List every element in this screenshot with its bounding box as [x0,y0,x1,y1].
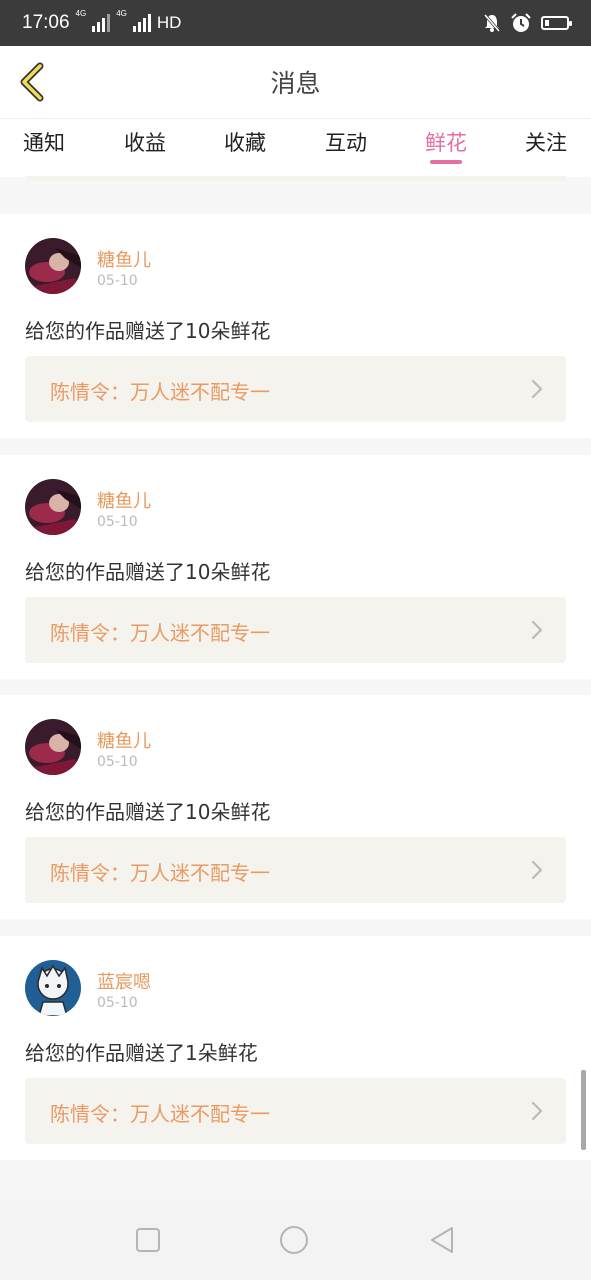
username[interactable]: 糖鱼儿 [97,727,151,753]
message-card: 糖鱼儿 05-10 给您的作品赠送了10朵鲜花 陈情令：万人迷不配专一 [0,455,591,679]
message-card: 蓝宸嗯 05-10 给您的作品赠送了1朵鲜花 陈情令：万人迷不配专一 [0,936,591,1160]
message-date: 05-10 [97,995,138,1011]
username[interactable]: 糖鱼儿 [97,246,151,272]
tab-flowers[interactable]: 鲜花 [416,127,476,157]
back-arrow-icon[interactable] [16,62,48,102]
battery-icon [541,16,572,30]
status-bar: 17:06 4G 4G HD [0,0,591,46]
tab-earnings[interactable]: 收益 [115,127,175,157]
work-title: 陈情令：万人迷不配专一 [50,621,270,645]
active-tab-indicator [430,160,462,164]
message-text: 给您的作品赠送了10朵鲜花 [25,800,271,824]
hd-label: HD [156,13,182,32]
tab-notifications[interactable]: 通知 [14,127,74,157]
signal-icon-2 [132,14,151,32]
message-card: 糖鱼儿 05-10 给您的作品赠送了10朵鲜花 陈情令：万人迷不配专一 [0,695,591,919]
message-text: 给您的作品赠送了10朵鲜花 [25,319,271,343]
tab-following[interactable]: 关注 [516,127,576,157]
message-text: 给您的作品赠送了10朵鲜花 [25,560,271,584]
system-nav-bar [0,1200,591,1280]
avatar[interactable] [25,960,81,1016]
signal-icon [92,14,111,32]
home-icon[interactable] [279,1225,309,1255]
avatar[interactable] [25,479,81,535]
mute-bell-icon [483,14,501,32]
tab-bar: 通知 收益 收藏 互动 鲜花 关注 [0,118,591,177]
message-date: 05-10 [97,273,138,289]
top-bar: 消息 [0,46,591,118]
recent-apps-icon[interactable] [133,1225,163,1255]
scrollbar[interactable] [581,1070,586,1150]
work-link[interactable]: 陈情令：万人迷不配专一 [25,837,566,903]
avatar[interactable] [25,719,81,775]
work-link[interactable]: 陈情令：万人迷不配专一 [25,1078,566,1144]
message-card: 糖鱼儿 05-10 给您的作品赠送了10朵鲜花 陈情令：万人迷不配专一 [0,214,591,438]
tab-favorites[interactable]: 收藏 [215,127,275,157]
back-triangle-icon[interactable] [428,1225,458,1255]
chevron-right-icon [531,1101,543,1121]
work-link[interactable]: 陈情令：万人迷不配专一 [25,356,566,422]
work-title: 陈情令：万人迷不配专一 [50,1102,270,1126]
status-time: 17:06 [22,12,70,33]
network-label-1: 4G [75,9,87,18]
chevron-right-icon [531,379,543,399]
chevron-right-icon [531,860,543,880]
chevron-right-icon [531,620,543,640]
tab-interactions[interactable]: 互动 [316,127,376,157]
username[interactable]: 糖鱼儿 [97,487,151,513]
avatar[interactable] [25,238,81,294]
work-link[interactable]: 陈情令：万人迷不配专一 [25,597,566,663]
work-title: 陈情令：万人迷不配专一 [50,380,270,404]
message-date: 05-10 [97,754,138,770]
previous-work-card-edge [25,176,566,181]
page-title: 消息 [270,69,321,98]
network-label-2: 4G [116,9,127,18]
work-title: 陈情令：万人迷不配专一 [50,861,270,885]
username[interactable]: 蓝宸嗯 [97,968,151,994]
alarm-icon [511,13,531,32]
message-text: 给您的作品赠送了1朵鲜花 [25,1041,258,1065]
message-date: 05-10 [97,514,138,530]
